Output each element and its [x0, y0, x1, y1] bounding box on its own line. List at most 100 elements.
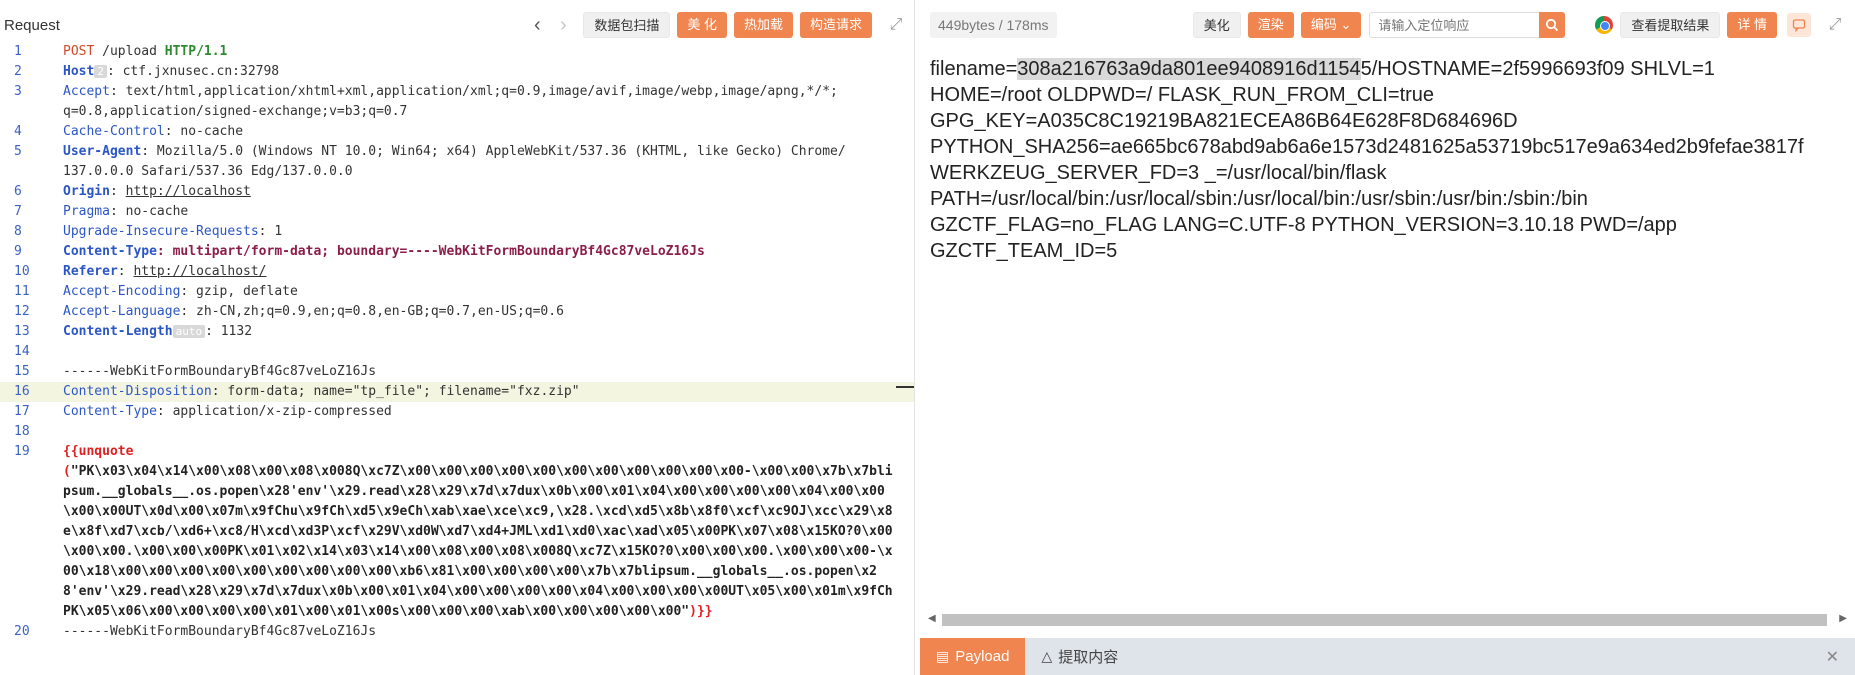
- chevron-right-icon[interactable]: ›: [550, 14, 576, 37]
- response-line: WERKZEUG_SERVER_FD=3 _=/usr/local/bin/fl…: [930, 162, 1387, 184]
- header-link[interactable]: http://localhost: [126, 184, 251, 199]
- message-icon[interactable]: [1787, 13, 1811, 37]
- line-number: 1: [14, 44, 22, 59]
- response-body[interactable]: filename=308a216763a9da801ee9408916d1154…: [930, 56, 1855, 611]
- response-beautify-button[interactable]: 美化: [1192, 12, 1241, 38]
- scrollbar-thumb[interactable]: [942, 614, 1827, 626]
- response-line: filename=308a216763a9da801ee9408916d1154…: [930, 56, 1855, 82]
- code-line: 2 Host 2: ctf.jxnusec.cn:32798: [0, 62, 914, 82]
- encoding-dropdown[interactable]: 编码 ⌄: [1300, 12, 1362, 38]
- header-sep: :: [117, 264, 134, 279]
- boundary-value: boundary=----WebKitFormBoundaryBf4Gc87ve…: [336, 244, 705, 259]
- panel-title: Request: [4, 16, 60, 34]
- line-number: 16: [14, 384, 30, 399]
- header-value: : gzip, deflate: [180, 284, 298, 299]
- header-name: Content-Disposition: [63, 384, 212, 399]
- line-number: 5: [14, 144, 22, 159]
- code-line: 13 Content-Length auto: 1132: [0, 322, 914, 342]
- code-line: 11 Accept-Encoding: gzip, deflate: [0, 282, 914, 302]
- search-icon[interactable]: [1539, 12, 1566, 38]
- header-marker: auto: [172, 325, 206, 338]
- code-line: 18: [0, 422, 914, 442]
- code-line: 8 Upgrade-Insecure-Requests: 1: [0, 222, 914, 242]
- tab-extract[interactable]: △ 提取内容: [1025, 638, 1134, 675]
- details-button[interactable]: 详 情: [1727, 12, 1777, 38]
- header-value: : multipart/form-data;: [156, 244, 337, 259]
- header-link[interactable]: http://localhost/: [133, 264, 266, 279]
- line-number: 20: [14, 624, 30, 639]
- line-number: 6: [14, 184, 22, 199]
- tab-label: 提取内容: [1058, 649, 1119, 666]
- line-number: 18: [14, 424, 30, 439]
- header-name: Origin: [63, 184, 110, 199]
- response-line: PATH=/usr/local/bin:/usr/local/sbin:/usr…: [930, 188, 1588, 210]
- header-name: Content-Type: [63, 244, 157, 259]
- header-name: Upgrade-Insecure-Requests: [63, 224, 259, 239]
- locate-search-input[interactable]: [1369, 12, 1540, 38]
- flask-icon: △: [1041, 648, 1053, 664]
- line-number: 8: [14, 224, 22, 239]
- render-button[interactable]: 渲染: [1247, 12, 1294, 38]
- header-name: Host: [63, 64, 95, 79]
- header-name: Referer: [63, 264, 118, 279]
- header-name: Accept-Encoding: [63, 284, 181, 299]
- request-path: /upload: [94, 44, 165, 59]
- line-number: 19: [14, 444, 30, 459]
- code-line: 10 Referer: http://localhost/: [0, 262, 914, 282]
- chevron-down-icon: ⌄: [1340, 17, 1352, 32]
- code-line: 3 Accept: text/html,application/xhtml+xm…: [0, 82, 914, 122]
- response-line: GPG_KEY=A035C8C19219BA821ECEA86B64E628F8…: [930, 110, 1518, 132]
- view-extract-button[interactable]: 查看提取结果: [1620, 12, 1721, 38]
- code-line: 15 ------WebKitFormBoundaryBf4Gc87veLoZ1…: [0, 362, 914, 382]
- code-line: 6 Origin: http://localhost: [0, 182, 914, 202]
- header-value-cont: q=0.8,application/signed-exchange;v=b3;q…: [63, 104, 408, 119]
- hot-reload-button[interactable]: 热加载: [733, 12, 793, 38]
- header-value: : no-cache: [164, 124, 244, 139]
- editor-cursor-marker: [896, 386, 914, 388]
- header-name: Content-Length: [63, 324, 173, 339]
- response-line: GZCTF_FLAG=no_FLAG LANG=C.UTF-8 PYTHON_V…: [930, 214, 1677, 236]
- construct-request-button[interactable]: 构造请求: [799, 12, 872, 38]
- header-value: : form-data; name="tp_file"; filename="f…: [211, 384, 580, 399]
- line-number: 13: [14, 324, 30, 339]
- header-value-cont: 137.0.0.0 Safari/537.36 Edg/137.0.0.0: [63, 164, 353, 179]
- response-line: GZCTF_TEAM_ID=5: [930, 240, 1118, 262]
- scan-button[interactable]: 数据包扫描: [583, 12, 671, 38]
- code-line: 9 Content-Type: multipart/form-data; bou…: [0, 242, 914, 262]
- header-value: : text/html,application/xhtml+xml,applic…: [109, 84, 838, 99]
- response-panel: 449bytes / 178ms 美化 渲染 编码 ⌄ 查看提取结果 详 情 ⤢…: [920, 0, 1855, 675]
- tab-payload[interactable]: ▤ Payload: [920, 638, 1026, 675]
- code-line: 20 ------WebKitFormBoundaryBf4Gc87veLoZ1…: [0, 622, 914, 642]
- header-value: : zh-CN,zh;q=0.9,en;q=0.8,en-GB;q=0.7,en…: [180, 304, 564, 319]
- header-value: : 1: [258, 224, 283, 239]
- code-line-active: 16 Content-Disposition: form-data; name=…: [0, 382, 914, 402]
- chevron-left-icon[interactable]: ‹: [524, 14, 550, 37]
- header-value: : 1132: [205, 324, 253, 339]
- line-number: 7: [14, 204, 22, 219]
- scroll-right-icon[interactable]: ▶: [1839, 613, 1847, 624]
- line-number: 12: [14, 304, 30, 319]
- http-method: POST: [63, 44, 95, 59]
- expand-icon[interactable]: ⤢: [886, 16, 906, 34]
- header-marker: 2: [94, 65, 107, 78]
- expand-icon[interactable]: ⤢: [1825, 16, 1845, 34]
- line-number: 4: [14, 124, 22, 139]
- code-line: 7 Pragma: no-cache: [0, 202, 914, 222]
- encoding-label: 编码: [1310, 17, 1337, 32]
- line-number: 9: [14, 244, 22, 259]
- payload-icon: ▤: [936, 648, 950, 664]
- horizontal-scrollbar[interactable]: ◀ ▶: [920, 610, 1855, 628]
- bottom-tab-bar: ▤ Payload △ 提取内容 ✕: [920, 638, 1855, 675]
- scroll-left-icon[interactable]: ◀: [928, 613, 936, 624]
- response-text: 5/HOSTNAME=2f5996693f09 SHLVL=1: [1360, 58, 1715, 80]
- request-editor[interactable]: 1 POST /upload HTTP/1.1 2 Host 2: ctf.jxn…: [0, 42, 914, 675]
- code-line: 1 POST /upload HTTP/1.1: [0, 42, 914, 62]
- paren-open: (: [63, 464, 71, 479]
- line-number: 11: [14, 284, 30, 299]
- http-version: HTTP/1.1: [164, 44, 228, 59]
- beautify-button[interactable]: 美 化: [677, 12, 727, 38]
- header-name: Pragma: [63, 204, 110, 219]
- close-icon[interactable]: ✕: [1826, 647, 1839, 667]
- header-name: Accept-Language: [63, 304, 181, 319]
- chrome-icon[interactable]: [1595, 16, 1614, 34]
